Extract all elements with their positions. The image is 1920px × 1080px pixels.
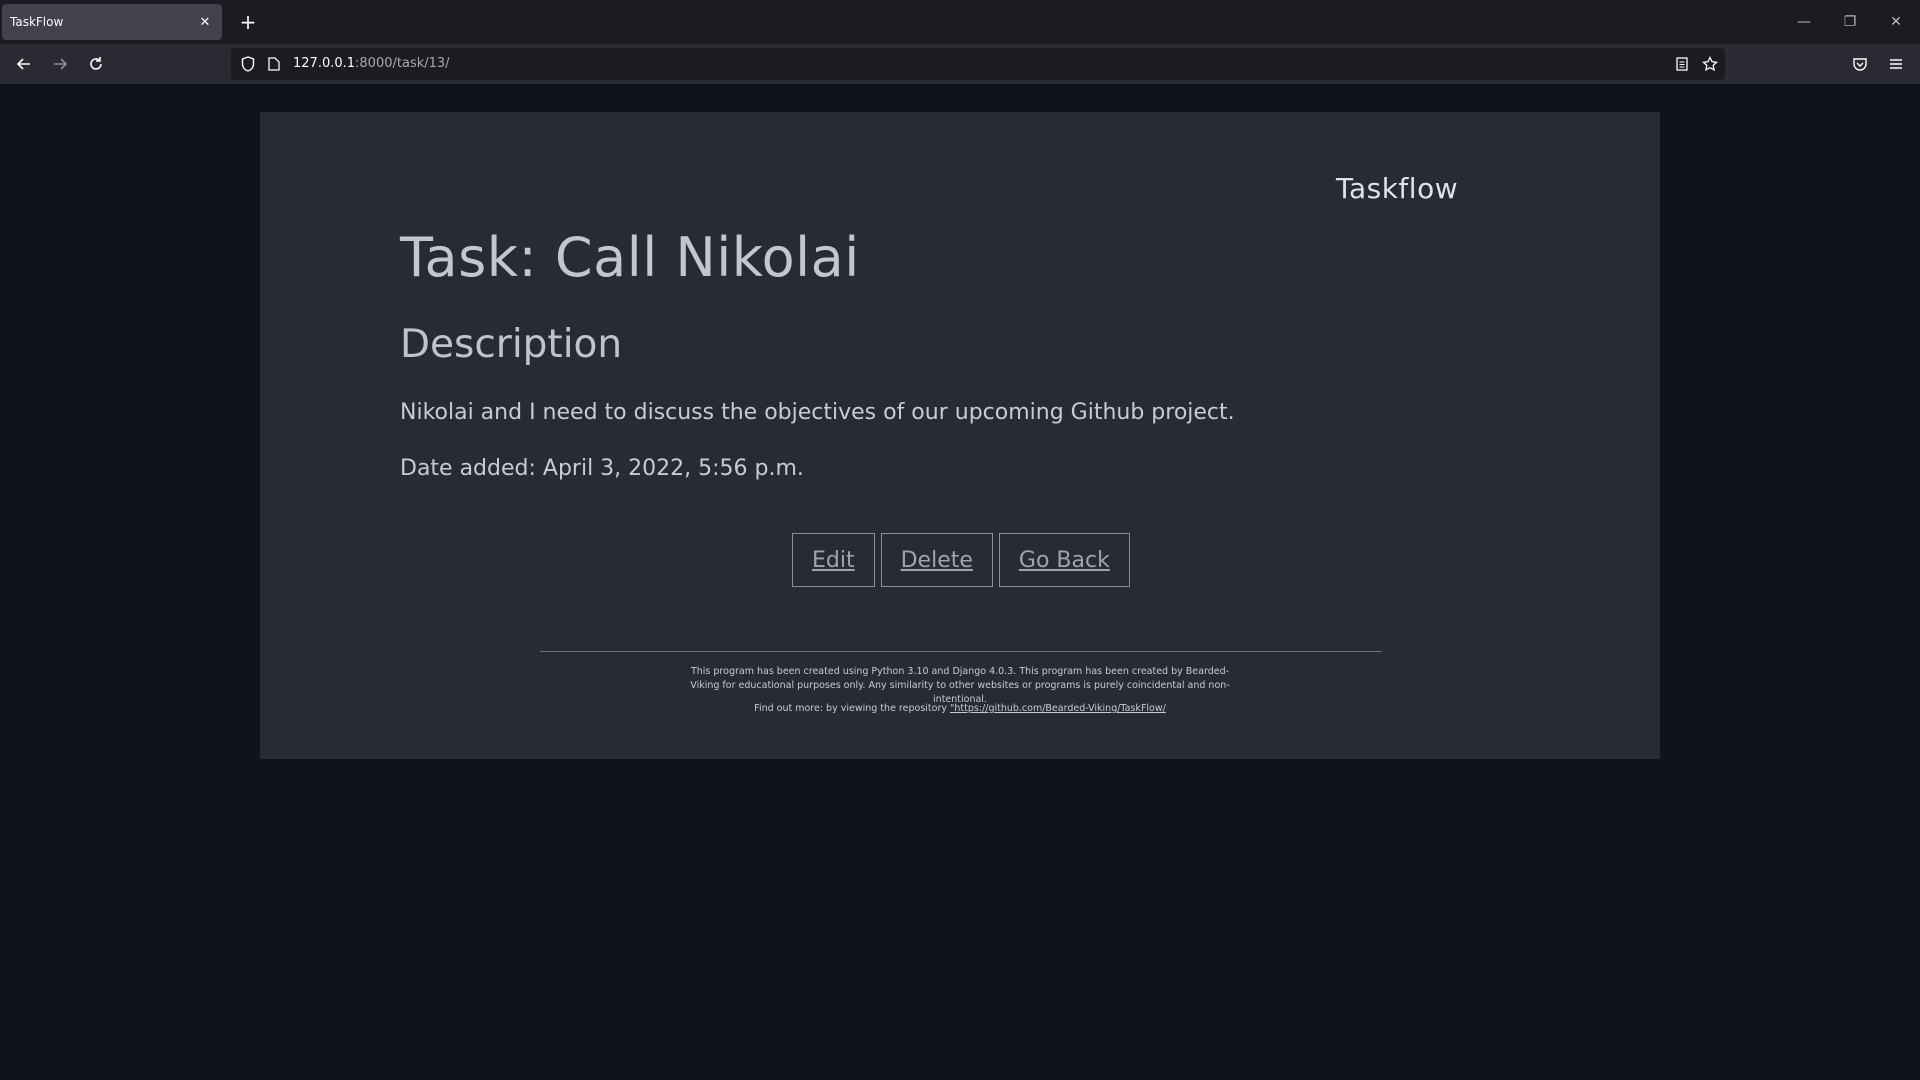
forward-arrow-icon[interactable] [48,52,72,76]
page-title: Task: Call Nikolai [400,226,860,289]
repo-prefix: Find out more: by viewing the repository [754,703,947,714]
task-description: Nikolai and I need to discuss the object… [400,400,1235,425]
close-tab-icon[interactable]: ✕ [196,15,214,30]
close-window-icon[interactable]: ✕ [1884,10,1908,34]
go-back-button[interactable]: Go Back [998,533,1130,587]
url-text[interactable]: 127.0.0.1:8000/task/13/ [293,56,450,71]
date-added: Date added: April 3, 2022, 5:56 p.m. [400,456,804,481]
bookmark-star-icon[interactable] [1701,55,1719,73]
shield-icon[interactable] [239,55,257,73]
footer-repo-line: Find out more: by viewing the repository… [680,703,1240,714]
browser-tab[interactable]: TaskFlow ✕ [2,4,222,40]
reload-icon[interactable] [84,52,108,76]
back-arrow-icon[interactable] [12,52,36,76]
date-label: Date added: [400,456,536,481]
pocket-icon[interactable] [1848,52,1872,76]
delete-button[interactable]: Delete [880,533,993,587]
navigation-toolbar: 127.0.0.1:8000/task/13/ [0,44,1920,84]
site-brand[interactable]: Taskflow [1336,172,1458,205]
minimize-window-icon[interactable]: — [1792,10,1816,34]
address-bar[interactable]: 127.0.0.1:8000/task/13/ [231,48,1725,80]
menu-icon[interactable] [1884,52,1908,76]
footer-disclaimer: This program has been created using Pyth… [690,666,1230,705]
task-detail-card: Taskflow Task: Call Nikolai Description … [260,112,1660,759]
new-tab-icon[interactable]: + [236,10,260,34]
repo-link[interactable]: "https://github.com/Bearded-Viking/TaskF… [950,703,1166,714]
edit-button[interactable]: Edit [792,533,875,587]
description-heading: Description [400,322,623,367]
action-buttons: Edit Delete Go Back [792,533,1130,587]
tab-strip: TaskFlow ✕ + — ❐ ✕ [0,0,1920,44]
footer-divider [540,651,1382,652]
restore-window-icon[interactable]: ❐ [1838,10,1862,34]
page-icon[interactable] [265,55,283,73]
reader-view-icon[interactable] [1673,55,1691,73]
date-value: April 3, 2022, 5:56 p.m. [542,456,804,481]
tab-title: TaskFlow [10,15,64,29]
